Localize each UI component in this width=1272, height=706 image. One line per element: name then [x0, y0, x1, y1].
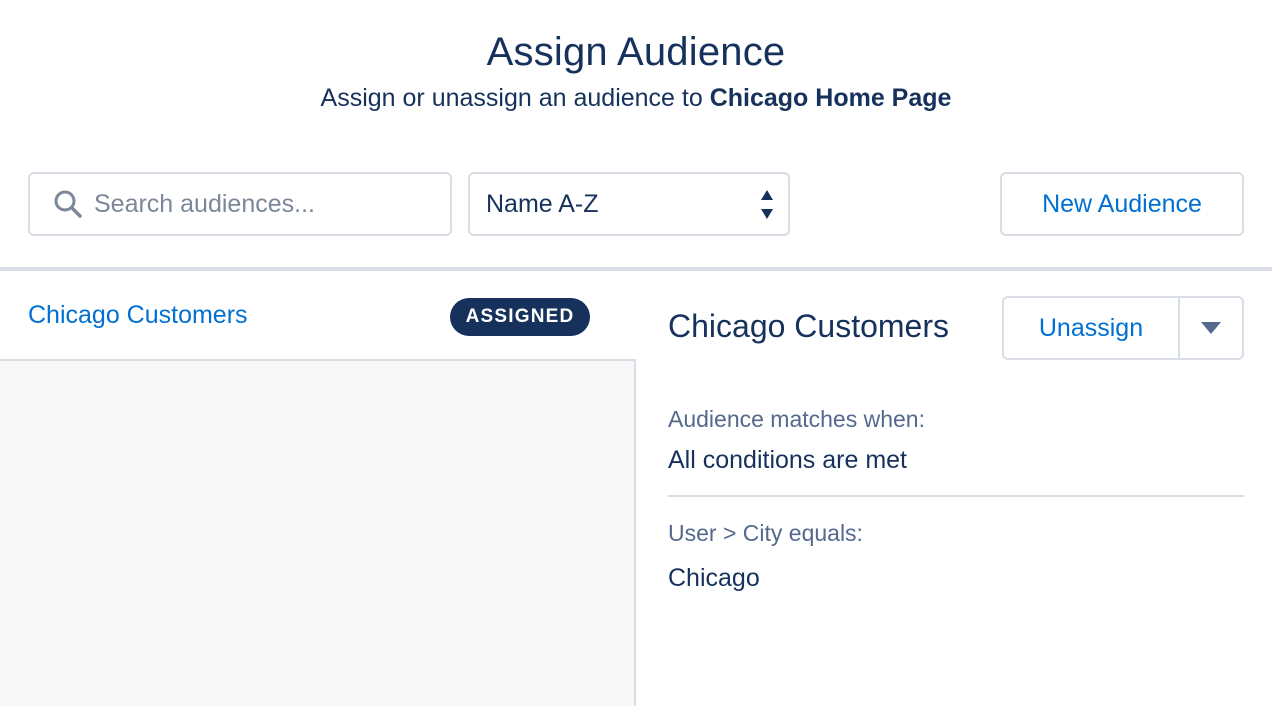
sort-selected-value: Name A-Z: [486, 189, 599, 218]
caret-down-icon: [1201, 322, 1221, 334]
match-value: All conditions are met: [668, 446, 908, 474]
page-title: Assign Audience: [486, 30, 786, 74]
condition-label: User > City equals:: [668, 520, 863, 546]
more-actions-dropdown[interactable]: [1180, 298, 1242, 358]
search-input[interactable]: [94, 189, 394, 219]
audience-list-item-name[interactable]: Chicago Customers: [28, 301, 248, 330]
audience-list-empty-area: [0, 361, 636, 706]
subtitle-prefix: Assign or unassign an audience to: [320, 84, 710, 112]
unassign-button-group: Unassign: [1002, 296, 1244, 360]
sort-arrows-icon: [761, 190, 773, 219]
assign-audience-modal: Assign Audience Assign or unassign an au…: [0, 0, 1272, 706]
search-icon: [54, 190, 82, 218]
page-subtitle: Assign or unassign an audience to Chicag…: [0, 84, 1272, 113]
subtitle-target: Chicago Home Page: [709, 84, 952, 112]
condition-value: Chicago: [668, 564, 760, 592]
new-audience-button[interactable]: New Audience: [1000, 172, 1244, 236]
unassign-button[interactable]: Unassign: [1004, 298, 1180, 358]
detail-title: Chicago Customers: [668, 308, 949, 344]
audience-list-item[interactable]: Chicago Customers ASSIGNED: [0, 271, 636, 361]
detail-divider: [668, 495, 1244, 497]
search-box[interactable]: [28, 172, 452, 236]
sort-select[interactable]: Name A-Z: [468, 172, 790, 236]
match-label: Audience matches when:: [668, 406, 925, 432]
assigned-badge: ASSIGNED: [450, 298, 590, 336]
